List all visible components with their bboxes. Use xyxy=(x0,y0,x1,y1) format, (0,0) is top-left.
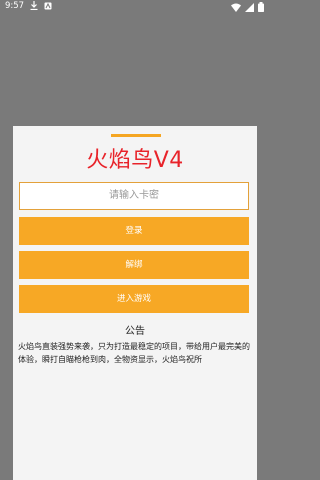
enter-game-button[interactable]: 进入游戏 xyxy=(19,285,249,313)
status-left-icons xyxy=(30,1,52,13)
notice-title: 公告 xyxy=(125,326,145,337)
wifi-icon xyxy=(231,3,241,15)
login-dialog: 火焰鸟V4 请输入卡密 登录 解绑 进入游戏 公告 火焰鸟直装强势来袭，只为打造… xyxy=(13,126,257,480)
unbind-button[interactable]: 解绑 xyxy=(19,251,249,279)
status-right-icons xyxy=(231,2,264,15)
app-notification-icon xyxy=(44,2,52,13)
status-time: 9:57 xyxy=(5,1,25,11)
dialog-title: 火焰鸟V4 xyxy=(86,148,184,173)
accent-divider xyxy=(111,134,161,137)
card-key-input[interactable]: 请输入卡密 xyxy=(19,182,249,210)
login-button[interactable]: 登录 xyxy=(19,217,249,245)
notice-body: 火焰鸟直装强势来袭，只为打造最稳定的项目，带给用户最完美的体验，瞬打自瞄枪枪到肉… xyxy=(18,342,250,364)
battery-icon xyxy=(258,2,264,15)
signal-icon xyxy=(245,2,254,15)
status-bar: 9:57 xyxy=(0,0,270,14)
download-icon xyxy=(30,1,38,13)
